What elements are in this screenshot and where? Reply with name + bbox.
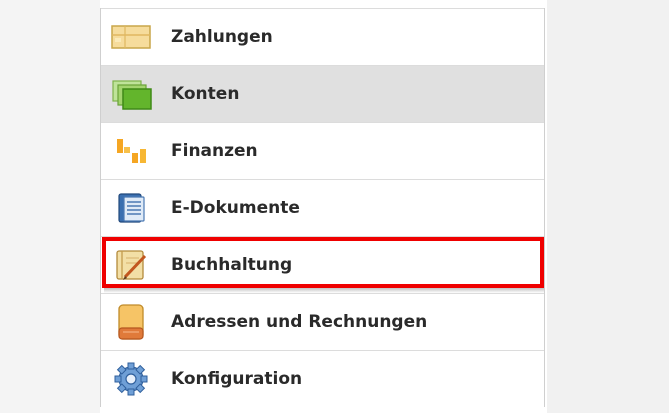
sidebar-item-buchhaltung[interactable]: Buchhaltung xyxy=(101,236,544,293)
sidebar-item-label: E-Dokumente xyxy=(171,198,300,218)
sidebar-item-konfiguration[interactable]: Konfiguration xyxy=(101,350,544,407)
sidebar-item-finanzen[interactable]: Finanzen xyxy=(101,122,544,179)
address-book-icon xyxy=(109,302,153,342)
sidebar-item-konten[interactable]: Konten xyxy=(101,65,544,122)
sidebar-item-label: Konfiguration xyxy=(171,369,303,389)
payments-icon xyxy=(109,17,153,57)
e-documents-icon xyxy=(109,188,153,228)
sidebar-item-label: Buchhaltung xyxy=(171,255,293,275)
sidebar-item-label: Adressen und Rechnungen xyxy=(171,312,428,332)
content-pane xyxy=(547,0,669,413)
accounting-book-icon xyxy=(109,245,153,285)
finance-chart-icon xyxy=(109,131,153,171)
sidebar-item-adressen-und-rechnungen[interactable]: Adressen und Rechnungen xyxy=(101,293,544,350)
sidebar-nav: Zahlungen Konten Finanzen E-Dokumente Bu… xyxy=(100,8,545,407)
sidebar-item-label: Zahlungen xyxy=(171,27,273,47)
accounts-icon xyxy=(109,74,153,114)
sidebar-item-zahlungen[interactable]: Zahlungen xyxy=(101,8,544,65)
gear-icon xyxy=(109,359,153,399)
sidebar-item-e-dokumente[interactable]: E-Dokumente xyxy=(101,179,544,236)
highlight-shadow xyxy=(104,287,544,293)
sidebar-item-label: Konten xyxy=(171,84,240,104)
left-gutter xyxy=(0,0,100,413)
sidebar-item-label: Finanzen xyxy=(171,141,258,161)
